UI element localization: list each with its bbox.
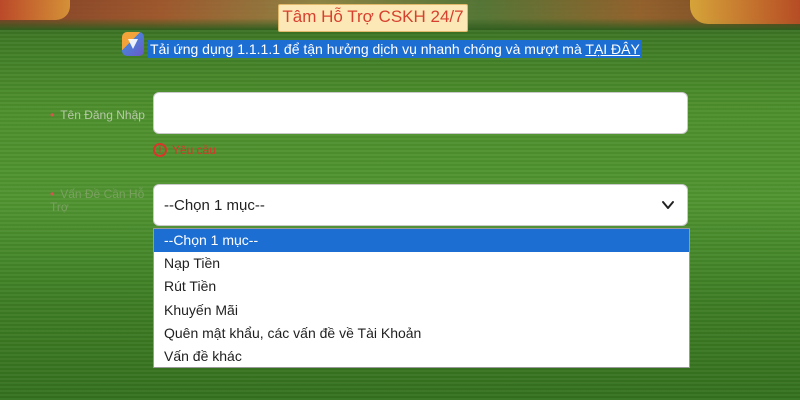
required-dot-icon: • bbox=[50, 187, 55, 201]
issue-select[interactable]: --Chọn 1 mục-- bbox=[153, 184, 688, 226]
dropdown-option-withdraw[interactable]: Rút Tiền bbox=[154, 275, 689, 298]
required-dot-icon: • bbox=[50, 108, 55, 122]
decoration-left bbox=[0, 0, 70, 20]
issue-dropdown-list: --Chọn 1 mục-- Nạp Tiền Rút Tiền Khuyến … bbox=[153, 228, 690, 368]
issue-select-value: --Chọn 1 mục-- bbox=[164, 197, 265, 214]
notice-text: Tải ứng dụng 1.1.1.1 để tận hưởng dịch v… bbox=[150, 41, 586, 57]
dropdown-option-promotion[interactable]: Khuyến Mãi bbox=[154, 299, 689, 322]
dropdown-option-placeholder[interactable]: --Chọn 1 mục-- bbox=[154, 229, 689, 253]
username-error-text: Yêu cầu bbox=[172, 143, 217, 157]
username-input[interactable] bbox=[153, 92, 688, 134]
header-banner: Tâm Hỗ Trợ CSKH 24/7 bbox=[278, 4, 468, 32]
username-error: ! Yêu cầu bbox=[153, 143, 216, 157]
download-link[interactable]: TẠI ĐÂY bbox=[585, 41, 639, 57]
dropdown-option-account[interactable]: Quên mật khẩu, các vấn đề về Tài Khoản bbox=[154, 322, 689, 345]
dropdown-option-deposit[interactable]: Nạp Tiền bbox=[154, 252, 689, 275]
decoration-right bbox=[690, 0, 800, 24]
page-title: Tâm Hỗ Trợ CSKH 24/7 bbox=[282, 7, 464, 26]
username-label: • Tên Đăng Nhập bbox=[50, 108, 145, 122]
error-icon: ! bbox=[153, 143, 167, 157]
dropdown-option-other[interactable]: Vấn đề khác bbox=[154, 345, 689, 368]
username-label-text: Tên Đăng Nhập bbox=[60, 108, 145, 122]
issue-label: • Vấn Đề Cần Hỗ Trợ bbox=[50, 188, 145, 214]
download-notice: Tải ứng dụng 1.1.1.1 để tận hưởng dịch v… bbox=[148, 40, 642, 58]
chevron-down-icon bbox=[662, 201, 674, 209]
app-icon bbox=[122, 32, 144, 56]
issue-label-text: Vấn Đề Cần Hỗ Trợ bbox=[50, 187, 145, 214]
